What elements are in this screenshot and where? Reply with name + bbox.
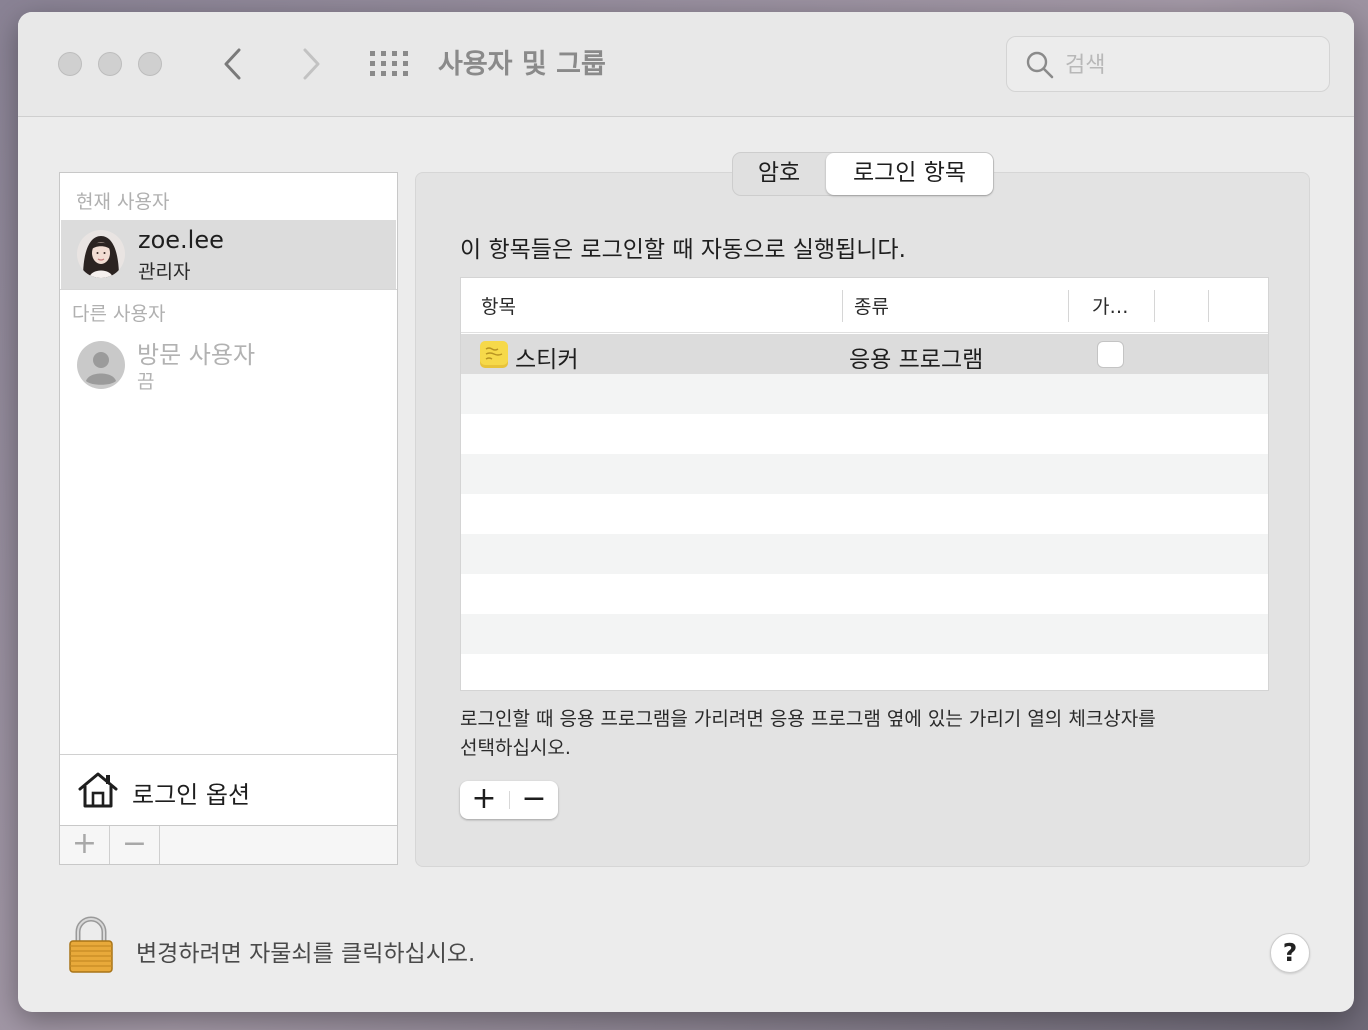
table-row (461, 654, 1268, 690)
remove-login-item-button[interactable]: − (510, 781, 558, 819)
table-row (461, 374, 1268, 414)
add-user-button[interactable]: + (60, 826, 110, 864)
back-icon[interactable] (214, 42, 254, 86)
add-remove-buttons: + − (460, 781, 558, 819)
table-row (461, 534, 1268, 574)
preferences-window: 사용자 및 그룹 현재 사용자 (18, 12, 1354, 1012)
house-icon (78, 771, 118, 809)
guest-user-name: 방문 사용자 (137, 341, 256, 369)
table-row (461, 414, 1268, 454)
column-separator (1154, 290, 1155, 322)
column-header-kind[interactable]: 종류 (854, 292, 889, 319)
row-item-kind: 응용 프로그램 (849, 347, 984, 373)
current-user-name: zoe.lee (138, 226, 224, 254)
search-field[interactable] (1006, 36, 1330, 92)
avatar (77, 230, 125, 278)
current-user-role: 관리자 (138, 261, 191, 283)
current-user-section-label: 현재 사용자 (76, 191, 170, 213)
tab-login-items[interactable]: 로그인 항목 (826, 153, 993, 195)
help-button[interactable]: ? (1270, 933, 1310, 973)
title-bar: 사용자 및 그룹 (18, 12, 1354, 117)
table-row[interactable]: 스티커 응용 프로그램 (461, 334, 1268, 374)
search-icon (1026, 51, 1054, 79)
column-header-hide[interactable]: 가… (1092, 292, 1128, 319)
tab-bar: 암호 로그인 항목 (732, 152, 994, 196)
window-title: 사용자 및 그룹 (438, 49, 606, 80)
hide-hint-text: 로그인할 때 응용 프로그램을 가리려면 응용 프로그램 옆에 있는 가리기 열… (460, 708, 1156, 759)
column-separator (842, 290, 843, 322)
table-header: 항목 종류 가… (461, 278, 1268, 333)
column-separator (1208, 290, 1209, 322)
other-users-section-label: 다른 사용자 (72, 303, 166, 325)
column-header-item[interactable]: 항목 (481, 292, 516, 319)
tab-password[interactable]: 암호 (733, 153, 825, 195)
guest-avatar-icon (77, 341, 125, 389)
current-user-row[interactable]: zoe.lee 관리자 (61, 220, 396, 290)
guest-user-state: 끔 (137, 371, 155, 393)
hide-checkbox[interactable] (1097, 341, 1124, 368)
remove-user-button[interactable]: − (110, 826, 160, 864)
user-list-sidebar: 현재 사용자 zoe.lee 관리자 다른 사용자 방문 사용자 끔 로그인 옵… (59, 172, 398, 865)
lock-instruction-text[interactable]: 변경하려면 자물쇠를 클릭하십시오. (136, 934, 475, 968)
login-options-row[interactable]: 로그인 옵션 (60, 754, 397, 826)
login-options-label: 로그인 옵션 (132, 781, 251, 809)
table-row (461, 494, 1268, 534)
grid-icon[interactable] (370, 51, 408, 77)
table-row (461, 614, 1268, 654)
login-items-table: 항목 종류 가… 스티커 응용 프로그램 (460, 277, 1269, 691)
column-separator (1068, 290, 1069, 322)
sidebar-button-bar: + − (60, 826, 397, 864)
zoom-window-button[interactable] (138, 52, 162, 76)
forward-icon[interactable] (290, 42, 330, 86)
guest-user-row[interactable]: 방문 사용자 끔 (61, 331, 396, 401)
search-input[interactable] (1065, 47, 1315, 83)
add-login-item-button[interactable]: + (460, 781, 508, 819)
login-items-description: 이 항목들은 로그인할 때 자동으로 실행됩니다. (460, 237, 906, 263)
table-row (461, 454, 1268, 494)
sticky-notes-icon (479, 340, 509, 370)
table-row (461, 574, 1268, 614)
row-item-name: 스티커 (515, 347, 579, 373)
lock-icon[interactable] (68, 916, 114, 974)
close-window-button[interactable] (58, 52, 82, 76)
divider (60, 289, 397, 290)
minimize-window-button[interactable] (98, 52, 122, 76)
